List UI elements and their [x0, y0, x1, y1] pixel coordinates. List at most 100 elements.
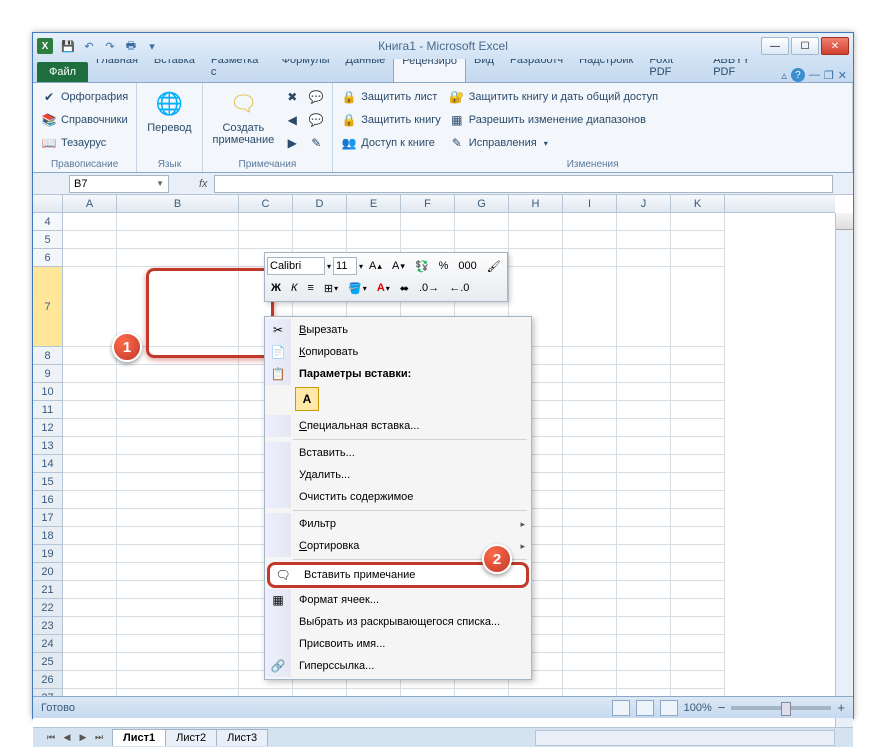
- cell[interactable]: [63, 347, 117, 365]
- cell[interactable]: [117, 419, 239, 437]
- cell[interactable]: [617, 419, 671, 437]
- merge-button[interactable]: ⬌: [396, 280, 413, 297]
- cell[interactable]: [63, 491, 117, 509]
- decrease-decimal-button[interactable]: ←.0: [445, 280, 473, 296]
- cell[interactable]: [455, 231, 509, 249]
- cell[interactable]: [617, 563, 671, 581]
- cell[interactable]: [671, 249, 725, 267]
- cell[interactable]: [671, 231, 725, 249]
- cell[interactable]: [617, 437, 671, 455]
- protect-share-button[interactable]: 🔐Защитить книгу и дать общий доступ: [447, 86, 660, 108]
- borders-button[interactable]: ⊞▾: [320, 280, 342, 297]
- normal-view-button[interactable]: [612, 700, 630, 716]
- cell[interactable]: [563, 545, 617, 563]
- cell[interactable]: [671, 473, 725, 491]
- name-box[interactable]: B7▼: [69, 175, 169, 193]
- research-button[interactable]: 📚Справочники: [39, 109, 130, 131]
- row-header[interactable]: 21: [33, 581, 63, 599]
- cell[interactable]: [63, 437, 117, 455]
- help-icon[interactable]: ?: [791, 68, 805, 82]
- font-color-button[interactable]: A▾: [373, 280, 394, 296]
- translate-button[interactable]: 🌐Перевод: [143, 86, 195, 136]
- cell[interactable]: [117, 383, 239, 401]
- cell[interactable]: [671, 455, 725, 473]
- horizontal-scrollbar[interactable]: [535, 730, 835, 746]
- column-header[interactable]: C: [239, 195, 293, 212]
- page-layout-button[interactable]: [636, 700, 654, 716]
- cell[interactable]: [617, 455, 671, 473]
- ribbon-minimize-icon[interactable]: ▵: [781, 69, 787, 82]
- cell[interactable]: [63, 383, 117, 401]
- cell[interactable]: [617, 491, 671, 509]
- cell[interactable]: [671, 437, 725, 455]
- cell[interactable]: [63, 455, 117, 473]
- delete-comment-button[interactable]: ✖: [282, 86, 302, 108]
- cell[interactable]: [347, 213, 401, 231]
- shrink-font-button[interactable]: A▾: [388, 258, 409, 274]
- cell[interactable]: [671, 599, 725, 617]
- cell[interactable]: [63, 401, 117, 419]
- cell[interactable]: [117, 563, 239, 581]
- accounting-format-button[interactable]: 💱: [411, 258, 433, 275]
- protect-sheet-button[interactable]: 🔒Защитить лист: [339, 86, 443, 108]
- cell[interactable]: [509, 231, 563, 249]
- cell[interactable]: [563, 365, 617, 383]
- cell[interactable]: [63, 267, 117, 347]
- bold-button[interactable]: Ж: [267, 280, 285, 296]
- cell[interactable]: [671, 527, 725, 545]
- sheet-tab[interactable]: Лист2: [165, 729, 217, 746]
- row-header[interactable]: 5: [33, 231, 63, 249]
- cell[interactable]: [671, 213, 725, 231]
- cell[interactable]: [117, 545, 239, 563]
- cell[interactable]: [671, 383, 725, 401]
- cell[interactable]: [455, 213, 509, 231]
- thesaurus-button[interactable]: 📖Тезаурус: [39, 132, 130, 154]
- cell[interactable]: [617, 671, 671, 689]
- row-header[interactable]: 7: [33, 267, 63, 347]
- show-all-button[interactable]: 💬: [306, 109, 326, 131]
- last-sheet-button[interactable]: ⏭: [91, 732, 107, 743]
- cell[interactable]: [563, 491, 617, 509]
- cell[interactable]: [617, 267, 671, 347]
- cell[interactable]: [563, 437, 617, 455]
- increase-decimal-button[interactable]: .0→: [415, 280, 443, 296]
- cell[interactable]: [563, 249, 617, 267]
- cell[interactable]: [239, 231, 293, 249]
- minimize-button[interactable]: —: [761, 37, 789, 55]
- prev-sheet-button[interactable]: ◀: [59, 732, 75, 743]
- cell[interactable]: [617, 473, 671, 491]
- select-all-button[interactable]: [33, 195, 63, 213]
- menu-filter[interactable]: Фильтр: [265, 513, 531, 535]
- chevron-down-icon[interactable]: ▼: [156, 179, 164, 188]
- cell[interactable]: [563, 473, 617, 491]
- file-tab[interactable]: Файл: [37, 62, 88, 82]
- cell[interactable]: [617, 231, 671, 249]
- font-size-input[interactable]: [333, 257, 357, 275]
- zoom-in-button[interactable]: +: [837, 700, 845, 715]
- spelling-button[interactable]: ✔Орфография: [39, 86, 130, 108]
- cell[interactable]: [563, 671, 617, 689]
- cell[interactable]: [63, 581, 117, 599]
- column-header[interactable]: I: [563, 195, 617, 212]
- show-hide-button[interactable]: 💬: [306, 86, 326, 108]
- cell[interactable]: [563, 455, 617, 473]
- cell[interactable]: [63, 545, 117, 563]
- row-header[interactable]: 24: [33, 635, 63, 653]
- cell[interactable]: [293, 213, 347, 231]
- cell[interactable]: [117, 527, 239, 545]
- undo-icon[interactable]: ↶: [80, 37, 98, 55]
- cell[interactable]: [671, 563, 725, 581]
- cell[interactable]: [239, 213, 293, 231]
- cell[interactable]: [563, 267, 617, 347]
- first-sheet-button[interactable]: ⏮: [43, 732, 59, 743]
- page-break-button[interactable]: [660, 700, 678, 716]
- cell[interactable]: [671, 509, 725, 527]
- column-header[interactable]: J: [617, 195, 671, 212]
- menu-copy[interactable]: 📄Копировать: [265, 341, 531, 363]
- menu-dropdown-list[interactable]: Выбрать из раскрывающегося списка...: [265, 611, 531, 633]
- cell[interactable]: [671, 617, 725, 635]
- next-sheet-button[interactable]: ▶: [75, 732, 91, 743]
- cell[interactable]: [117, 231, 239, 249]
- share-book-button[interactable]: 👥Доступ к книге: [339, 132, 443, 154]
- doc-restore-icon[interactable]: ❐: [824, 69, 834, 82]
